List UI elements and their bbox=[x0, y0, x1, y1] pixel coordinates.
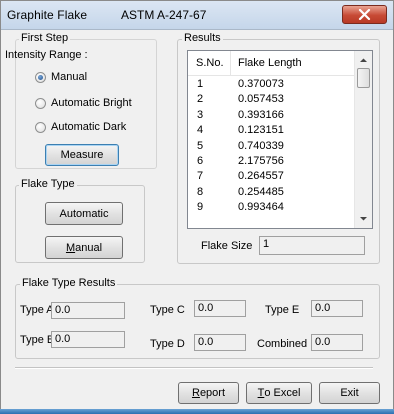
type-e-label: Type E bbox=[265, 304, 300, 316]
radio-automatic-bright-label: Automatic Bright bbox=[51, 97, 132, 109]
radio-manual-label: Manual bbox=[51, 71, 88, 83]
type-b-field[interactable]: 0.0 bbox=[51, 331, 125, 348]
type-c-field[interactable]: 0.0 bbox=[194, 300, 246, 317]
flake-size-label: Flake Size bbox=[201, 240, 253, 252]
automatic-button[interactable]: Automatic bbox=[45, 202, 123, 225]
type-e-field[interactable]: 0.0 bbox=[311, 300, 363, 317]
table-row[interactable]: 3 0.393166 bbox=[188, 107, 355, 122]
table-row[interactable]: 2 0.057453 bbox=[188, 91, 355, 106]
column-header-sno[interactable]: S.No. bbox=[196, 57, 224, 69]
scroll-thumb[interactable] bbox=[357, 68, 370, 88]
radio-manual[interactable]: Manual bbox=[35, 71, 135, 85]
flake-type-results-label: Flake Type Results bbox=[20, 277, 118, 289]
results-scrollbar[interactable] bbox=[354, 51, 372, 228]
results-list[interactable]: S.No. Flake Length 1 0.370073 2 0.057453 3… bbox=[187, 50, 373, 229]
title-bar: Graphite Flake ASTM A-247-67 bbox=[1, 1, 393, 30]
type-b-label: Type B bbox=[20, 334, 55, 346]
table-row[interactable]: 5 0.740339 bbox=[188, 138, 355, 153]
standard-label: ASTM A-247-67 bbox=[121, 8, 207, 22]
table-row[interactable]: 7 0.264557 bbox=[188, 168, 355, 183]
taskbar-strip bbox=[0, 409, 394, 414]
measure-button[interactable]: Measure bbox=[45, 144, 119, 166]
type-d-label: Type D bbox=[150, 338, 185, 350]
window-title: Graphite Flake bbox=[7, 8, 88, 22]
results-label: Results bbox=[182, 32, 223, 44]
type-d-field[interactable]: 0.0 bbox=[194, 334, 246, 351]
column-header-flake-length[interactable]: Flake Length bbox=[238, 57, 302, 69]
report-button-label-rest: eport bbox=[199, 387, 226, 399]
flake-type-label: Flake Type bbox=[19, 178, 77, 190]
manual-button[interactable]: Manual bbox=[45, 236, 123, 259]
table-row[interactable]: 6 2.175756 bbox=[188, 153, 355, 168]
combined-label: Combined bbox=[257, 338, 308, 350]
radio-automatic-bright-indicator[interactable] bbox=[35, 98, 46, 109]
dialog-window: Graphite Flake ASTM A-247-67 First Step … bbox=[0, 0, 394, 414]
footer-separator bbox=[15, 367, 373, 369]
type-c-label: Type C bbox=[150, 304, 185, 316]
scroll-down-icon[interactable] bbox=[359, 214, 368, 223]
scroll-up-icon[interactable] bbox=[359, 56, 368, 65]
radio-automatic-bright[interactable]: Automatic Bright bbox=[35, 97, 165, 111]
intensity-range-label: Intensity Range : bbox=[5, 49, 88, 61]
to-excel-button[interactable]: To Excel bbox=[246, 382, 312, 404]
exit-button[interactable]: Exit bbox=[319, 382, 380, 404]
manual-button-label-rest: anual bbox=[75, 241, 103, 254]
radio-automatic-dark-indicator[interactable] bbox=[35, 122, 46, 133]
table-row[interactable]: 9 0.993464 bbox=[188, 199, 355, 214]
type-a-label: Type A bbox=[20, 304, 54, 316]
first-step-label: First Step bbox=[19, 32, 71, 44]
radio-automatic-dark[interactable]: Automatic Dark bbox=[35, 121, 165, 135]
report-button[interactable]: Report bbox=[178, 382, 239, 404]
table-row[interactable]: 1 0.370073 bbox=[188, 76, 355, 91]
radio-automatic-dark-label: Automatic Dark bbox=[51, 121, 127, 133]
flake-size-field[interactable]: 1 bbox=[259, 236, 365, 255]
close-icon bbox=[358, 9, 371, 20]
close-button[interactable] bbox=[342, 5, 387, 24]
table-row[interactable]: 8 0.254485 bbox=[188, 184, 355, 199]
results-rows: 1 0.370073 2 0.057453 3 0.393166 4 0.123151 … bbox=[188, 76, 355, 215]
radio-manual-indicator[interactable] bbox=[35, 72, 46, 83]
table-row[interactable]: 4 0.123151 bbox=[188, 122, 355, 137]
results-list-header: S.No. Flake Length bbox=[188, 51, 355, 76]
combined-field[interactable]: 0.0 bbox=[311, 334, 363, 351]
type-a-field[interactable]: 0.0 bbox=[51, 302, 125, 319]
to-excel-button-label-rest: o Excel bbox=[264, 387, 301, 399]
